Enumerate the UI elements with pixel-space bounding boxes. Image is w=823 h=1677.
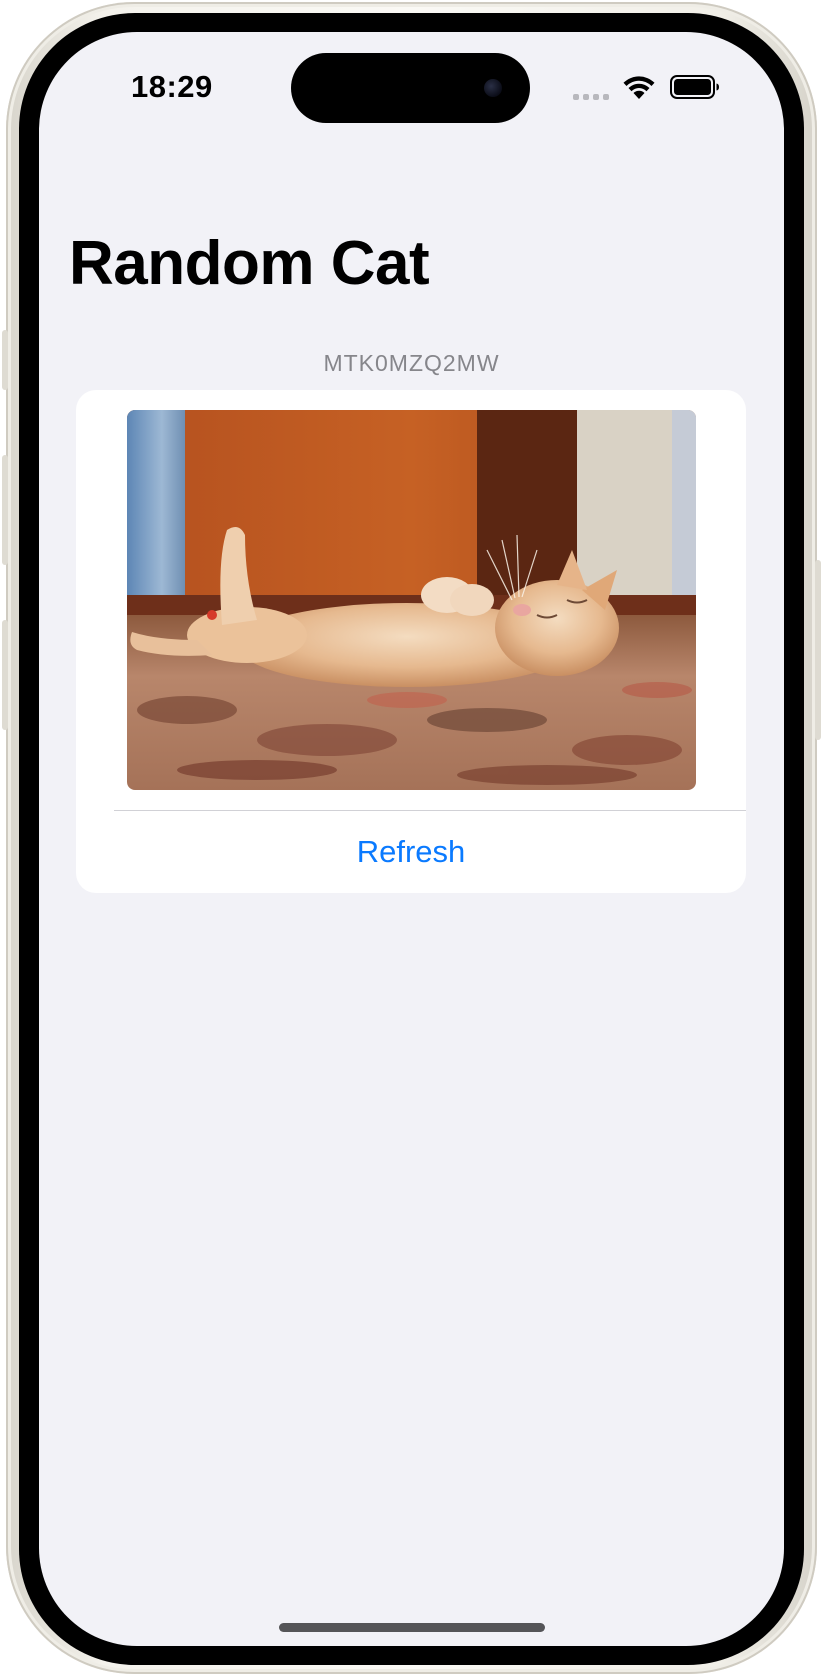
power-button [815, 560, 821, 740]
app-screen: 18:29 Random Cat MTK0MZQ2MW Refresh [39, 32, 784, 1646]
home-indicator[interactable] [279, 1623, 545, 1632]
cellular-signal-icon [573, 94, 611, 102]
status-time: 18:29 [131, 69, 213, 104]
cat-card: Refresh [76, 390, 746, 893]
section-header: MTK0MZQ2MW [323, 350, 500, 376]
refresh-button[interactable]: Refresh [76, 811, 746, 893]
page-title: Random Cat [69, 229, 430, 298]
dynamic-island [291, 53, 530, 123]
volume-down-button [2, 620, 8, 730]
volume-up-button [2, 455, 8, 565]
battery-icon [670, 75, 719, 99]
front-camera-icon [484, 79, 502, 97]
cat-photo [127, 410, 696, 790]
wifi-icon [623, 76, 655, 99]
action-button [2, 330, 8, 390]
